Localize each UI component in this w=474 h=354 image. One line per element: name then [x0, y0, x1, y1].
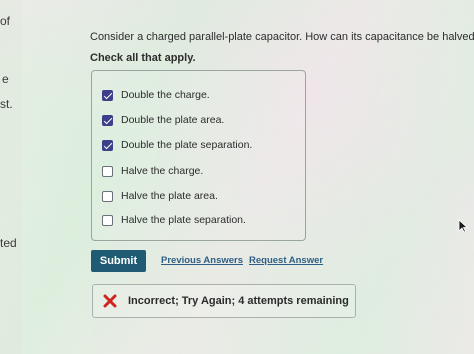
- feedback-text: Incorrect; Try Again; 4 attempts remaini…: [128, 295, 349, 307]
- option-label: Halve the plate separation.: [121, 214, 246, 226]
- previous-answers-link[interactable]: Previous Answers: [161, 255, 243, 266]
- option-double-charge[interactable]: Double the charge.: [102, 87, 210, 103]
- answer-options: Double the charge. Double the plate area…: [91, 70, 306, 241]
- option-double-plate-area[interactable]: Double the plate area.: [102, 112, 224, 128]
- question-text: Consider a charged parallel-plate capaci…: [90, 31, 474, 43]
- checkbox-checked[interactable]: [102, 139, 113, 151]
- checkbox-unchecked[interactable]: [102, 165, 113, 177]
- submit-button[interactable]: Submit: [91, 250, 146, 272]
- request-answer-link[interactable]: Request Answer: [249, 255, 323, 266]
- checkbox-checked[interactable]: [102, 89, 113, 101]
- option-label: Double the charge.: [121, 89, 210, 101]
- option-label: Halve the charge.: [121, 165, 204, 177]
- left-edge-text: st.: [0, 97, 13, 111]
- x-icon: [103, 294, 117, 308]
- checkbox-checked[interactable]: [102, 114, 113, 126]
- left-edge-text: ted: [0, 236, 17, 250]
- left-panel-edge: [0, 0, 22, 354]
- mouse-cursor-icon: [458, 219, 468, 233]
- option-label: Double the plate separation.: [121, 139, 253, 151]
- feedback-banner: Incorrect; Try Again; 4 attempts remaini…: [92, 284, 356, 318]
- option-double-plate-separation[interactable]: Double the plate separation.: [102, 137, 252, 153]
- checkbox-unchecked[interactable]: [102, 214, 113, 226]
- left-edge-text: e: [2, 72, 9, 86]
- question-instruction: Check all that apply.: [90, 52, 196, 64]
- checkbox-unchecked[interactable]: [102, 190, 113, 202]
- option-halve-plate-area[interactable]: Halve the plate area.: [102, 188, 218, 204]
- option-label: Halve the plate area.: [121, 190, 218, 202]
- option-label: Double the plate area.: [121, 114, 225, 126]
- left-edge-text: of: [0, 14, 11, 28]
- option-halve-plate-separation[interactable]: Halve the plate separation.: [102, 212, 246, 228]
- option-halve-charge[interactable]: Halve the charge.: [102, 163, 203, 179]
